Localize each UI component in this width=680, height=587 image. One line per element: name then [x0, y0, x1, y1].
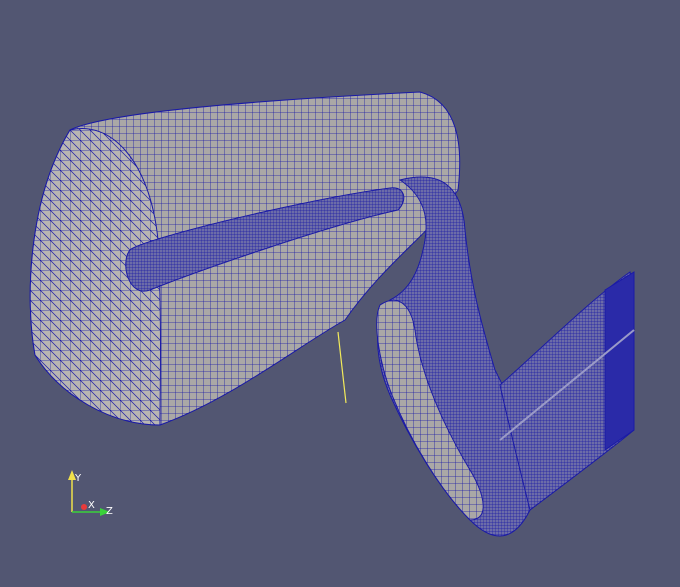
probe-line	[337, 331, 347, 404]
y-axis-label: Y	[74, 473, 82, 484]
render-viewport[interactable]: Y X Z	[0, 0, 680, 587]
orientation-axes: Y X Z	[68, 470, 113, 517]
mesh-view[interactable]: Y X Z	[0, 0, 680, 587]
x-axis-marker	[81, 504, 87, 510]
pipe-outlet-face	[604, 271, 635, 451]
z-axis-label: Z	[106, 506, 113, 517]
x-axis-label: X	[88, 500, 95, 511]
